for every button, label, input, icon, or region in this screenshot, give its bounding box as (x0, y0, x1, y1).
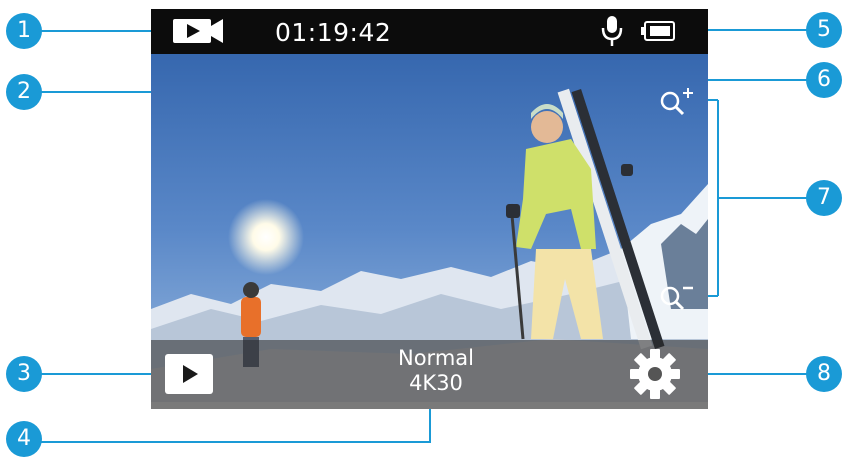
callout-3: 3 (6, 356, 42, 392)
callout-6: 6 (806, 62, 842, 98)
video-camera-icon[interactable] (173, 18, 223, 44)
callout-5: 5 (806, 12, 842, 48)
playback-icon[interactable] (165, 354, 213, 394)
callout-4: 4 (6, 421, 42, 457)
camera-screen: 01:19:42 Normal 4K30 (151, 9, 708, 409)
resolution-label: 4K30 (409, 371, 463, 395)
callout-8: 8 (806, 356, 842, 392)
battery-icon (641, 21, 675, 41)
recording-timer: 01:19:42 (275, 18, 392, 47)
microphone-icon (601, 16, 623, 46)
zoom-in-icon[interactable] (659, 87, 695, 117)
bottom-strip (151, 402, 708, 409)
gear-icon[interactable] (629, 348, 681, 400)
callout-1: 1 (6, 13, 42, 49)
callout-2: 2 (6, 74, 42, 110)
video-mode-label: Normal (398, 346, 474, 370)
status-bar (151, 9, 708, 54)
zoom-out-icon[interactable] (659, 282, 695, 312)
callout-7: 7 (806, 180, 842, 216)
